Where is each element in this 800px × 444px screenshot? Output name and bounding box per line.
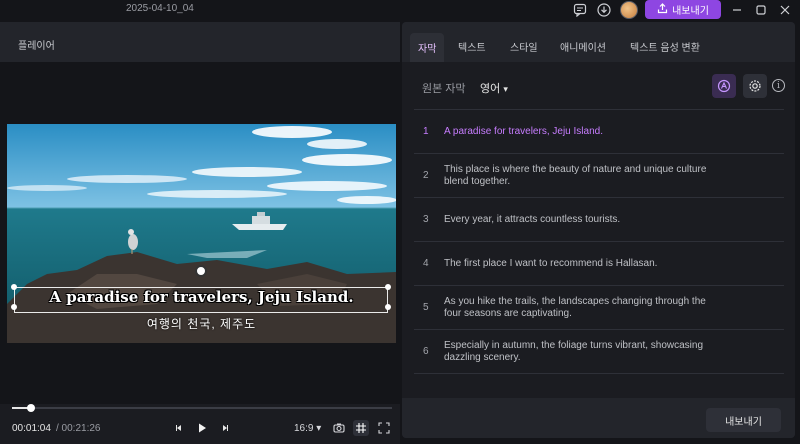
- panel-tabs: 자막 텍스트 스타일 애니메이션 텍스트 음성 변환: [402, 22, 795, 62]
- settings-button[interactable]: [743, 74, 767, 98]
- ai-translate-button[interactable]: [712, 74, 736, 98]
- player-header: 플레이어: [0, 22, 400, 62]
- subtitle-row[interactable]: 2 This place is where the beauty of natur…: [414, 154, 784, 198]
- language-value: 영어: [480, 83, 501, 95]
- export-button[interactable]: 내보내기: [706, 408, 781, 432]
- window-title: 2025-04-10_04: [126, 3, 194, 14]
- row-text[interactable]: As you hike the trails, the landscapes c…: [444, 296, 714, 320]
- row-number: 2: [423, 170, 429, 181]
- total-time: / 00:21:26: [56, 423, 101, 434]
- row-number: 5: [423, 302, 429, 313]
- tab-style[interactable]: 스타일: [502, 34, 546, 58]
- info-icon[interactable]: i: [772, 79, 785, 92]
- tab-animation[interactable]: 애니메이션: [552, 34, 614, 58]
- chat-icon[interactable]: [571, 1, 589, 19]
- subtitle-row[interactable]: 1 A paradise for travelers, Jeju Island.: [414, 110, 784, 154]
- tab-text-to-speech[interactable]: 텍스트 음성 변환: [622, 34, 708, 58]
- upload-icon: [657, 2, 668, 17]
- progress-bar[interactable]: [12, 404, 392, 412]
- export-button-top[interactable]: 내보내기: [645, 0, 721, 19]
- title-bar: 2025-04-10_04 내보내기: [0, 0, 800, 20]
- source-subtitle-label: 원본 자막: [422, 83, 466, 95]
- subtitle-korean: 여행의 천국, 제주도: [146, 317, 257, 331]
- player-title: 플레이어: [18, 41, 55, 52]
- row-number: 3: [423, 214, 429, 225]
- current-time: 00:01:04: [12, 423, 51, 434]
- avatar[interactable]: [620, 1, 638, 19]
- close-icon[interactable]: [774, 0, 796, 19]
- row-text[interactable]: Especially in autumn, the foliage turns …: [444, 340, 714, 364]
- snapshot-icon[interactable]: [331, 420, 347, 436]
- subtitle-row[interactable]: 4 The first place I want to recommend is …: [414, 242, 784, 286]
- row-text[interactable]: The first place I want to recommend is H…: [444, 258, 714, 270]
- download-icon[interactable]: [595, 1, 613, 19]
- row-number: 4: [423, 258, 429, 269]
- player-controls: 00:01:04 / 00:21:26 16:9 ▾: [0, 417, 400, 439]
- next-frame-icon[interactable]: [216, 419, 234, 437]
- fullscreen-icon[interactable]: [376, 420, 392, 436]
- minimize-icon[interactable]: [726, 0, 748, 19]
- export-label: 내보내기: [672, 6, 709, 17]
- language-select[interactable]: 영어 ▾: [480, 80, 508, 96]
- progress-knob[interactable]: [27, 404, 35, 412]
- tab-text[interactable]: 텍스트: [450, 34, 494, 58]
- subtitle-row[interactable]: 3 Every year, it attracts countless touri…: [414, 198, 784, 242]
- crop-grid-icon[interactable]: [353, 420, 369, 436]
- rotate-handle[interactable]: [195, 265, 207, 277]
- row-number: 1: [423, 126, 429, 137]
- chevron-down-icon: ▾: [503, 84, 508, 94]
- play-icon[interactable]: [193, 419, 211, 437]
- subtitle-panel: 자막 텍스트 스타일 애니메이션 텍스트 음성 변환 원본 자막 영어 ▾ i …: [402, 22, 795, 438]
- previous-frame-icon[interactable]: [170, 419, 188, 437]
- row-text[interactable]: A paradise for travelers, Jeju Island.: [444, 126, 714, 138]
- subtitle-row[interactable]: 5 As you hike the trails, the landscapes …: [414, 286, 784, 330]
- subtitle-english: A paradise for travelers, Jeju Island.: [49, 288, 354, 306]
- subtitle-row[interactable]: 6 Especially in autumn, the foliage turns…: [414, 330, 784, 374]
- row-text[interactable]: Every year, it attracts countless touris…: [444, 214, 714, 226]
- row-number: 6: [423, 346, 429, 357]
- aspect-ratio-select[interactable]: 16:9 ▾: [294, 423, 321, 434]
- tab-subtitles[interactable]: 자막: [410, 33, 445, 62]
- row-text[interactable]: This place is where the beauty of nature…: [444, 164, 714, 188]
- maximize-icon[interactable]: [750, 0, 772, 19]
